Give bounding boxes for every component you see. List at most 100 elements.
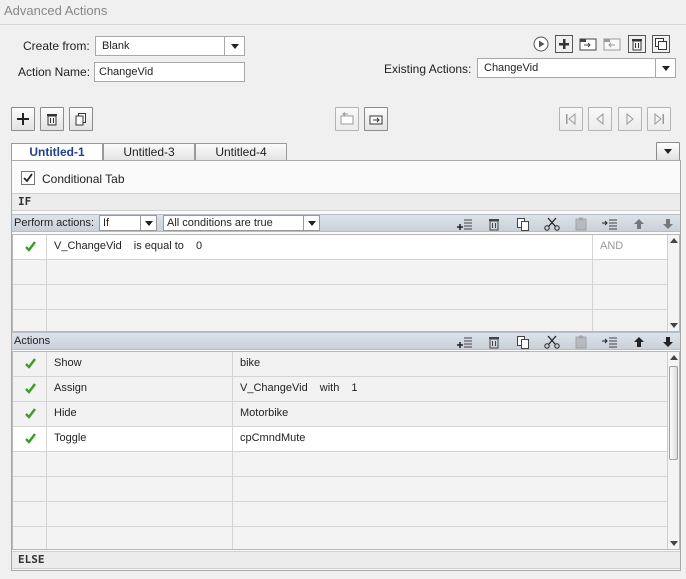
condition-variable: V_ChangeVid [54, 240, 122, 252]
tab-untitled-1[interactable]: Untitled-1 [11, 143, 103, 161]
chevron-down-icon [224, 37, 244, 55]
action-enabled-cell[interactable] [13, 402, 47, 426]
actions-section-title: Actions [14, 335, 51, 347]
next-decision-button[interactable] [618, 107, 642, 131]
create-from-value: Blank [102, 40, 130, 52]
move-up-icon[interactable] [630, 215, 648, 233]
action-name-cell[interactable]: Hide [47, 402, 233, 426]
existing-actions-value: ChangeVid [484, 62, 539, 74]
cut-row-icon[interactable] [543, 333, 561, 351]
existing-actions-label: Existing Actions: [384, 62, 472, 76]
delete-row-icon[interactable] [485, 215, 503, 233]
tab-untitled-3[interactable]: Untitled-3 [103, 143, 195, 161]
action-name-cell[interactable]: Show [47, 352, 233, 376]
condition-expression-cell[interactable]: V_ChangeVid is equal to 0 [47, 235, 593, 259]
delete-decision-button[interactable] [40, 107, 64, 131]
condition-row-empty[interactable] [13, 310, 667, 331]
insert-row-icon[interactable] [601, 333, 619, 351]
conditional-tab-checkbox[interactable] [21, 171, 35, 185]
move-decision-right-button[interactable] [364, 107, 388, 131]
create-from-select[interactable]: Blank [95, 36, 245, 56]
scroll-thumb[interactable] [669, 366, 678, 460]
perform-actions-bar: Perform actions: If All conditions are t… [12, 214, 680, 232]
cut-row-icon[interactable] [543, 215, 561, 233]
play-icon[interactable] [532, 35, 550, 53]
add-decision-button[interactable] [11, 107, 35, 131]
assign-with-label: with [319, 382, 340, 394]
else-section-header: ELSE [12, 551, 680, 569]
perform-type-select[interactable]: If [99, 215, 157, 231]
move-decision-left-button[interactable] [335, 107, 359, 131]
action-target-cell[interactable]: cpCmndMute [233, 427, 667, 451]
add-row-icon[interactable] [456, 333, 474, 351]
window-title: Advanced Actions [4, 3, 108, 18]
condition-row-empty[interactable] [13, 285, 667, 310]
tab-list-button[interactable] [656, 142, 680, 161]
action-row[interactable]: Show bike [13, 352, 667, 377]
action-enabled-cell[interactable] [13, 352, 47, 376]
action-row-empty[interactable] [13, 477, 667, 502]
delete-icon[interactable] [628, 35, 646, 53]
checkmark-icon [25, 241, 36, 252]
checkmark-icon [25, 383, 36, 394]
duplicate-decision-button[interactable] [69, 107, 93, 131]
condition-mode-select[interactable]: All conditions are true [163, 215, 320, 231]
scroll-up-icon[interactable] [669, 355, 678, 360]
previous-decision-button[interactable] [588, 107, 612, 131]
paste-row-icon[interactable] [572, 333, 590, 351]
move-up-icon[interactable] [630, 333, 648, 351]
action-target-cell[interactable]: bike [233, 352, 667, 376]
action-target-cell[interactable]: V_ChangeVid with 1 [233, 377, 667, 401]
scroll-down-icon[interactable] [670, 541, 678, 546]
condition-operator: is equal to [133, 240, 184, 252]
add-row-icon[interactable] [456, 215, 474, 233]
action-target-cell[interactable]: Motorbike [233, 402, 667, 426]
delete-row-icon[interactable] [485, 333, 503, 351]
action-name-cell[interactable]: Assign [47, 377, 233, 401]
action-row[interactable]: Toggle cpCmndMute [13, 427, 667, 452]
scroll-down-icon[interactable] [670, 323, 678, 328]
conditional-tab-label: Conditional Tab [42, 172, 125, 186]
action-enabled-cell[interactable] [13, 377, 47, 401]
chevron-down-icon [655, 59, 675, 77]
action-row-empty[interactable] [13, 527, 667, 549]
condition-mode-value: All conditions are true [167, 217, 273, 229]
scroll-up-icon[interactable] [669, 238, 678, 243]
move-down-icon[interactable] [659, 333, 677, 351]
paste-row-icon[interactable] [572, 215, 590, 233]
copy-row-icon[interactable] [514, 333, 532, 351]
condition-row-empty[interactable] [13, 260, 667, 285]
action-name-label: Action Name: [18, 65, 91, 79]
action-name-cell[interactable]: Toggle [47, 427, 233, 451]
perform-type-value: If [103, 217, 110, 229]
action-enabled-cell[interactable] [13, 427, 47, 451]
insert-row-icon[interactable] [601, 215, 619, 233]
move-down-icon[interactable] [659, 215, 677, 233]
export-icon[interactable] [603, 35, 621, 53]
add-icon[interactable] [555, 35, 573, 53]
action-row[interactable]: Assign V_ChangeVid with 1 [13, 377, 667, 402]
chevron-down-icon [303, 216, 319, 230]
condition-scrollbar[interactable] [667, 235, 679, 331]
action-name-input[interactable]: ChangeVid [94, 62, 245, 82]
actions-grid: Show bike Assign V_ChangeVid with 1 Hide… [12, 351, 680, 550]
tab-untitled-4[interactable]: Untitled-4 [195, 143, 287, 161]
actions-scrollbar[interactable] [667, 352, 679, 549]
assign-value: 1 [351, 382, 358, 394]
action-row-empty[interactable] [13, 452, 667, 477]
action-row[interactable]: Hide Motorbike [13, 402, 667, 427]
copy-row-icon[interactable] [514, 215, 532, 233]
condition-logic-cell[interactable]: AND [593, 235, 667, 259]
checkmark-icon [25, 358, 36, 369]
chevron-down-icon [664, 149, 672, 154]
action-row-empty[interactable] [13, 502, 667, 527]
actions-bar: Actions [12, 332, 680, 350]
existing-actions-select[interactable]: ChangeVid [477, 58, 676, 78]
last-decision-button[interactable] [647, 107, 671, 131]
import-icon[interactable] [579, 35, 597, 53]
first-decision-button[interactable] [559, 107, 583, 131]
condition-row[interactable]: V_ChangeVid is equal to 0 AND [13, 235, 667, 260]
duplicate-icon[interactable] [652, 35, 670, 53]
checkmark-icon [23, 173, 33, 183]
condition-enabled-cell[interactable] [13, 235, 47, 259]
